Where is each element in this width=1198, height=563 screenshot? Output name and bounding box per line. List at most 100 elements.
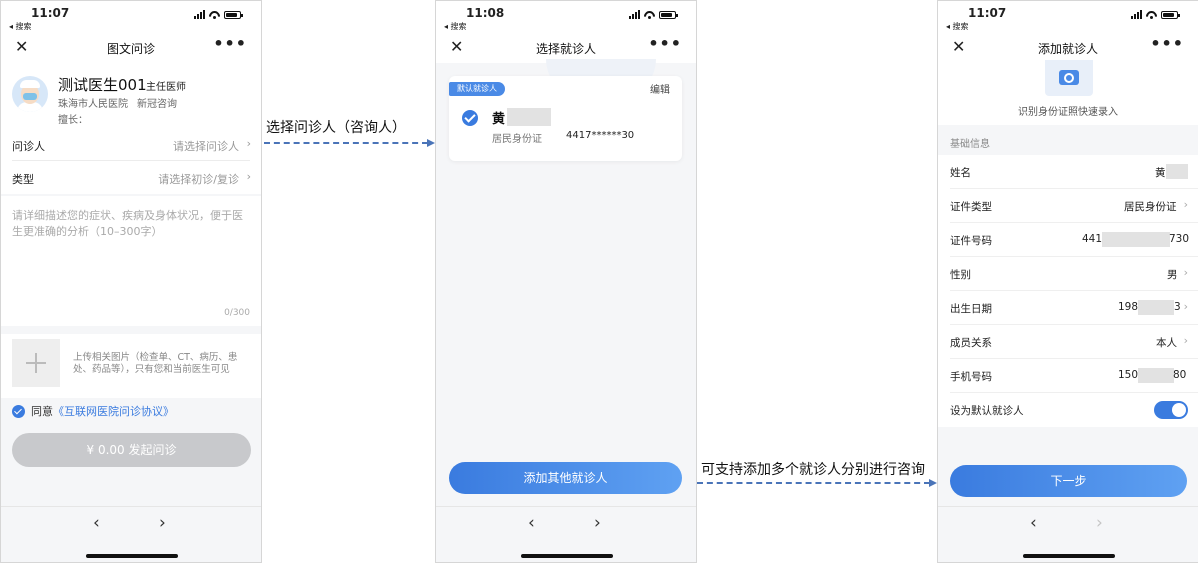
id-number-field[interactable]: 证件号码 441 730	[938, 223, 1198, 257]
id-type: 居民身份证	[492, 134, 542, 145]
status-bar: 11:08 ◂ 搜索	[436, 1, 696, 33]
type-placeholder: 请选择初诊/复诊	[158, 173, 239, 186]
id-scan-area[interactable]: 识别身份证照快速录入	[938, 60, 1198, 125]
type-label: 类型	[12, 173, 34, 186]
more-icon[interactable]: •••	[213, 34, 247, 53]
signal-icon	[1131, 10, 1142, 19]
section-title: 基础信息	[950, 139, 990, 150]
section-header: 基础信息	[938, 129, 1198, 153]
signal-icon	[194, 10, 205, 19]
patient-card[interactable]: 默认就诊人 编辑 黄 居民身份证 4417******30	[449, 76, 682, 161]
back-arrow-icon[interactable]: ‹	[93, 513, 100, 533]
gender-value: 男	[1167, 269, 1178, 281]
patient-placeholder: 请选择问诊人	[173, 140, 239, 153]
battery-icon	[224, 10, 243, 19]
camera-icon[interactable]	[1045, 60, 1093, 96]
wifi-icon	[1146, 11, 1157, 19]
redacted-name-mask	[507, 108, 551, 126]
redacted-mask	[1166, 164, 1188, 179]
browser-bottom-bar: ‹ ›	[938, 506, 1198, 562]
id-number-label: 证件号码	[950, 235, 992, 247]
selected-check-icon[interactable]	[462, 110, 478, 126]
wifi-icon	[644, 11, 655, 19]
id-number: 4417******30	[566, 130, 635, 141]
id-type-field[interactable]: 证件类型 居民身份证 ›	[938, 189, 1198, 223]
image-upload-area: 上传相关图片（检查单、CT、病历、患处、药品等），只有您和当前医生可见	[1, 334, 261, 398]
forward-arrow-icon[interactable]: ›	[159, 513, 166, 533]
next-step-button[interactable]: 下一步	[950, 465, 1187, 497]
doctor-hospital: 珠海市人民医院	[58, 99, 128, 110]
chevron-right-icon: ›	[246, 137, 251, 150]
id-number-prefix: 441	[1082, 233, 1103, 245]
doctor-name: 测试医生001	[58, 76, 147, 94]
agreement-link[interactable]: 《互联网医院问诊协议》	[53, 403, 174, 419]
start-consultation-button[interactable]: ¥ 0.00 发起问诊	[12, 433, 251, 467]
forward-arrow-icon[interactable]: ›	[594, 513, 601, 533]
annotation-add-patients: 可支持添加多个就诊人分别进行咨询	[701, 462, 925, 478]
birth-suffix: 3	[1174, 301, 1181, 313]
doctor-card: 测试医生001 主任医师 珠海市人民医院 新冠咨询 擅长：	[1, 63, 261, 129]
birth-date-field[interactable]: 出生日期 198 3 ›	[938, 291, 1198, 325]
browser-bottom-bar: ‹ ›	[1, 506, 261, 562]
phone-add-patient: 11:07 ◂ 搜索 ✕ 添加就诊人 ••• 识别身份证照快速录入 基础信息 姓…	[937, 0, 1198, 563]
status-time: 11:08	[466, 6, 505, 20]
add-other-patient-button[interactable]: 添加其他就诊人	[449, 462, 682, 494]
back-arrow-icon[interactable]: ‹	[1030, 513, 1037, 533]
stage: 11:07 ◂ 搜索 ✕ 图文问诊 ••• 测试医生001 主任医师 珠海市人民…	[0, 0, 1198, 563]
add-image-button[interactable]	[12, 339, 60, 387]
gender-label: 性别	[950, 269, 971, 281]
relation-field[interactable]: 成员关系 本人 ›	[938, 325, 1198, 359]
more-icon[interactable]: •••	[648, 34, 682, 53]
agreement-prefix: 同意	[31, 405, 53, 418]
chevron-right-icon: ›	[1183, 334, 1188, 347]
char-counter: 0/300	[224, 308, 250, 318]
patient-select-row[interactable]: 问诊人 请选择问诊人 ›	[1, 129, 261, 161]
type-select-row[interactable]: 类型 请选择初诊/复诊 ›	[1, 161, 261, 194]
doctor-department: 新冠咨询	[137, 99, 177, 110]
nav-bar: ✕ 添加就诊人 •••	[938, 33, 1198, 63]
browser-bottom-bar: ‹ ›	[436, 506, 696, 562]
flow-arrow-1	[264, 142, 428, 144]
name-field[interactable]: 姓名 黄	[938, 155, 1198, 189]
back-arrow-icon[interactable]: ‹	[528, 513, 535, 533]
status-icons	[194, 10, 243, 19]
phone-label: 手机号码	[950, 371, 992, 383]
default-patient-badge: 默认就诊人	[449, 82, 505, 96]
chevron-right-icon: ›	[1183, 300, 1188, 313]
home-indicator	[86, 554, 178, 558]
patient-name: 黄	[492, 112, 506, 127]
description-placeholder: 请详细描述您的症状、疾病及身体状况，便于医生更准确的分析（10–300字）	[12, 209, 243, 238]
edit-link[interactable]: 编辑	[650, 81, 670, 96]
back-to-search-link[interactable]: ◂ 搜索	[444, 21, 467, 32]
redacted-mask	[1102, 232, 1170, 247]
arrow-head-icon	[427, 139, 435, 147]
doctor-specialty: 擅长：	[58, 115, 88, 126]
upload-hint: 上传相关图片（检查单、CT、病历、患处、药品等），只有您和当前医生可见	[73, 352, 238, 375]
more-icon[interactable]: •••	[1150, 34, 1184, 53]
name-label: 姓名	[950, 167, 971, 179]
patient-label: 问诊人	[12, 140, 45, 153]
id-type-label: 证件类型	[950, 201, 992, 213]
chevron-right-icon: ›	[246, 170, 251, 183]
birth-label: 出生日期	[950, 303, 992, 315]
redacted-mask	[1138, 300, 1174, 315]
phone-number-field[interactable]: 手机号码 150 80	[938, 359, 1198, 393]
redacted-mask	[1138, 368, 1174, 383]
chevron-right-icon: ›	[1183, 198, 1188, 211]
back-to-search-link[interactable]: ◂ 搜索	[9, 21, 32, 32]
default-patient-toggle[interactable]	[1154, 401, 1188, 419]
agreement-checkbox[interactable]	[12, 404, 25, 418]
phone-prefix: 150	[1118, 369, 1139, 381]
gender-field[interactable]: 性别 男 ›	[938, 257, 1198, 291]
doctor-avatar	[12, 76, 48, 112]
relation-value: 本人	[1156, 337, 1177, 349]
battery-icon	[1161, 10, 1180, 19]
status-bar: 11:07 ◂ 搜索	[938, 1, 1198, 33]
arrow-head-icon	[929, 479, 937, 487]
symptom-description-input[interactable]: 请详细描述您的症状、疾病及身体状况，便于医生更准确的分析（10–300字） 0/…	[1, 196, 261, 326]
back-to-search-link[interactable]: ◂ 搜索	[946, 21, 969, 32]
relation-label: 成员关系	[950, 337, 992, 349]
phone-select-patient: 11:08 ◂ 搜索 ✕ 选择就诊人 ••• 默认就诊人 编辑 黄 居民身份证 …	[435, 0, 697, 563]
default-label: 设为默认就诊人	[950, 405, 1024, 417]
signal-icon	[629, 10, 640, 19]
